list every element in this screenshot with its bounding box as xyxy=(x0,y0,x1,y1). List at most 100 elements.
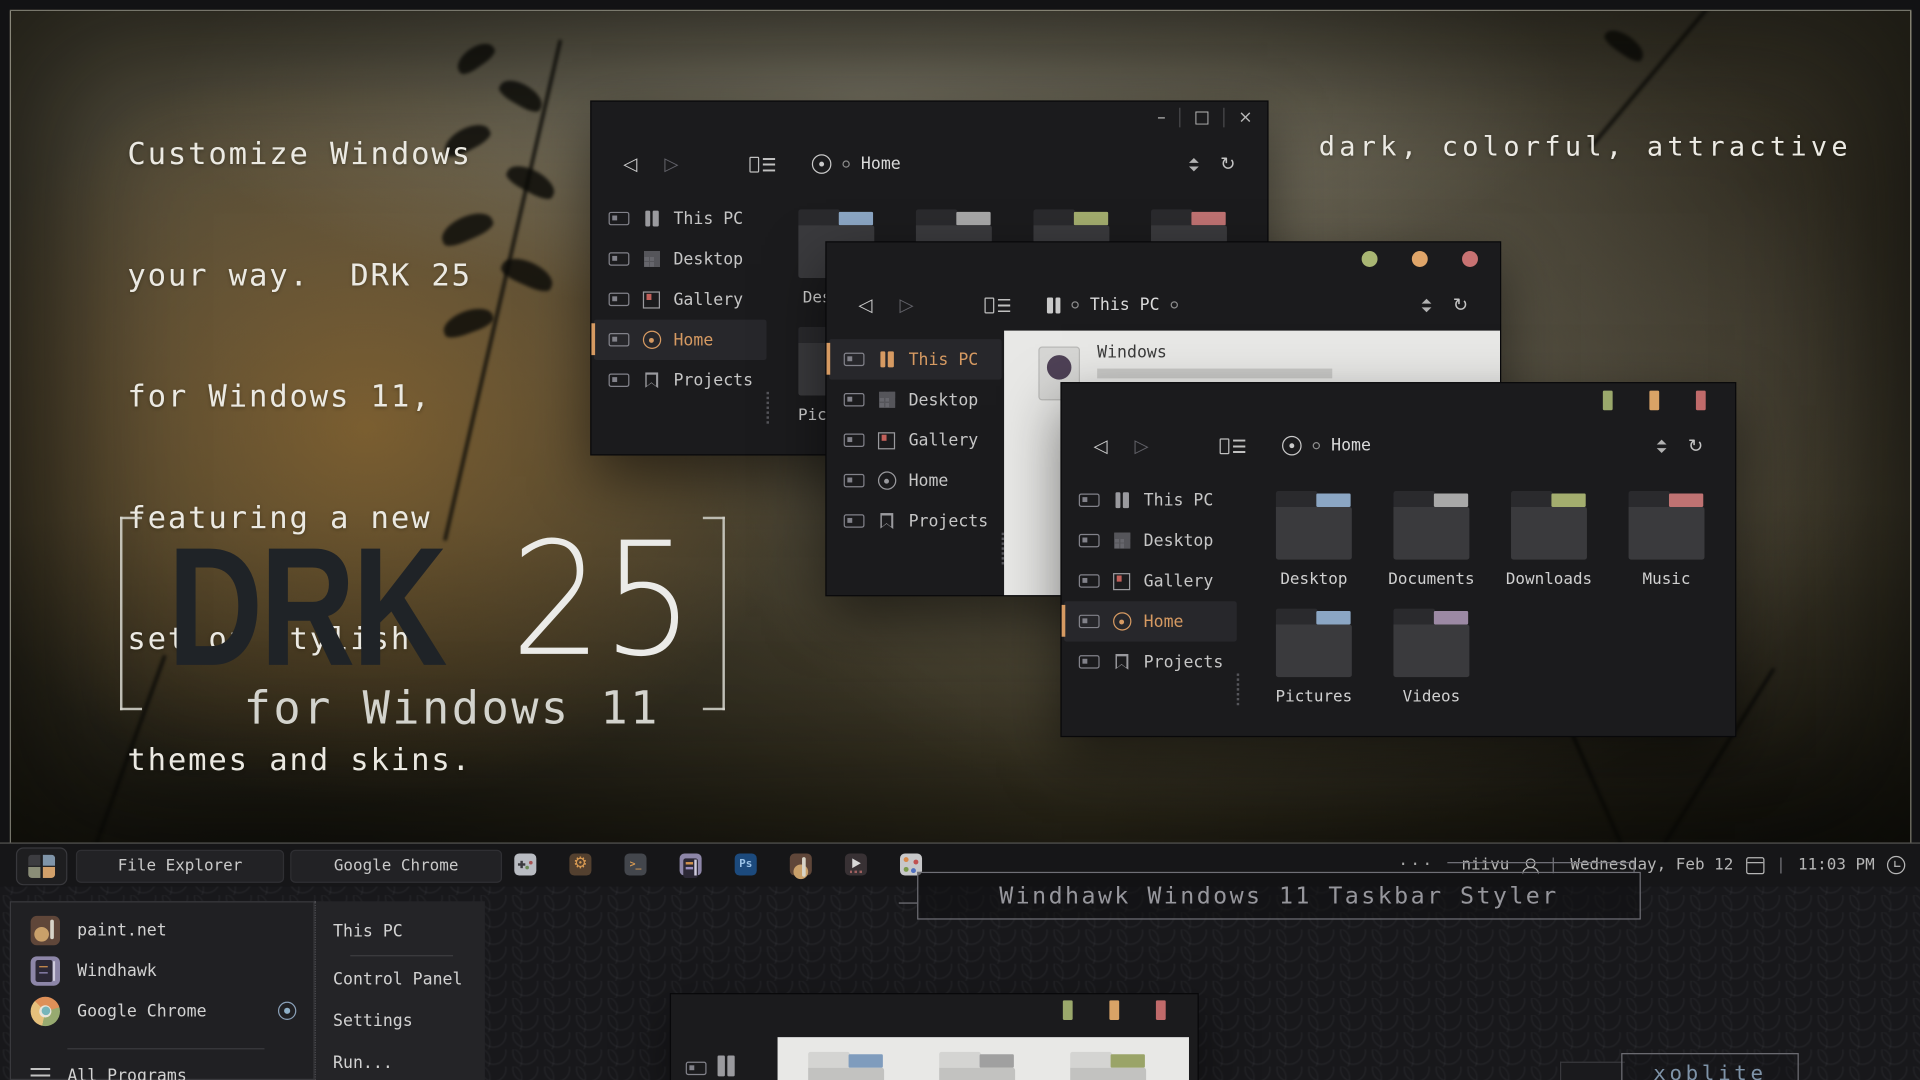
paintnet-icon[interactable] xyxy=(790,853,812,875)
folder-documents[interactable]: Documents xyxy=(1393,491,1469,589)
forward-button[interactable]: ▷ xyxy=(899,294,913,316)
drive-name[interactable]: Windows xyxy=(1097,343,1167,363)
titlebar[interactable]: – □ × xyxy=(591,102,1267,139)
start-button[interactable] xyxy=(16,847,67,885)
breadcrumb[interactable]: This PC xyxy=(1047,295,1178,315)
refresh-icon[interactable]: ↻ xyxy=(1688,435,1703,457)
sidebar-item-home[interactable]: Home xyxy=(1064,601,1237,641)
sidebar-item-desktop[interactable]: Desktop xyxy=(1064,520,1237,560)
refresh-icon[interactable]: ↻ xyxy=(1453,294,1468,316)
view-menu-icon[interactable] xyxy=(1220,438,1246,454)
toolbar: ◁ ▷ This PC ↻ xyxy=(827,279,1500,330)
photoshop-icon[interactable]: Ps xyxy=(735,853,757,875)
sidebar-item-home[interactable]: Home xyxy=(594,320,767,360)
maximize-button[interactable]: □ xyxy=(1194,108,1210,128)
start-menu-item-google-chrome[interactable]: Google Chrome xyxy=(11,991,313,1031)
home-icon xyxy=(877,471,895,489)
maximize-button[interactable] xyxy=(1412,251,1428,267)
drive-usage-bar xyxy=(1097,369,1332,379)
toggle-icon xyxy=(609,333,630,346)
maximize-button[interactable] xyxy=(1109,1000,1119,1020)
back-button[interactable]: ◁ xyxy=(858,294,872,316)
close-button[interactable] xyxy=(1156,1000,1166,1020)
taskbar-button-file-explorer[interactable]: File Explorer xyxy=(76,850,284,883)
folder-icon[interactable] xyxy=(808,1052,884,1080)
titlebar[interactable] xyxy=(827,242,1500,279)
minimize-button[interactable] xyxy=(1362,251,1378,267)
sidebar-item-desktop[interactable]: Desktop xyxy=(594,239,767,279)
folder-videos[interactable]: Videos xyxy=(1393,609,1469,707)
terminal-icon[interactable]: >_ xyxy=(624,853,646,875)
breadcrumb[interactable]: Home xyxy=(812,154,901,174)
breadcrumb[interactable]: Home xyxy=(1282,436,1371,456)
close-button[interactable] xyxy=(1696,391,1706,411)
folder-icon[interactable] xyxy=(939,1052,1015,1080)
submenu-item-control-panel[interactable]: Control Panel xyxy=(316,959,485,1001)
sort-icon[interactable] xyxy=(1422,298,1432,311)
minimize-button[interactable] xyxy=(1603,391,1613,411)
sidebar-item-this-pc[interactable]: This PC xyxy=(1064,480,1237,520)
sort-icon[interactable] xyxy=(1657,439,1667,452)
gear-icon[interactable]: ⚙ xyxy=(569,853,591,875)
user-icon xyxy=(1522,858,1537,873)
close-button[interactable]: × xyxy=(1238,108,1252,128)
sidebar-item-this-pc[interactable]: This PC xyxy=(829,339,1002,379)
folder-desktop[interactable]: Desktop xyxy=(1276,491,1352,589)
bracket-right xyxy=(703,517,725,519)
gamepad-icon[interactable] xyxy=(514,853,536,875)
start-menu-item-paintnet[interactable]: paint.net xyxy=(11,910,313,950)
folder-music[interactable]: Music xyxy=(1629,491,1705,589)
explorer-window-partial[interactable] xyxy=(671,994,1198,1080)
toggle-icon xyxy=(1079,655,1100,668)
minimize-button[interactable] xyxy=(1063,1000,1073,1020)
time-text[interactable]: 11:03 PM xyxy=(1798,856,1875,874)
media-player-icon[interactable] xyxy=(845,853,867,875)
submenu-item-run[interactable]: Run... xyxy=(316,1042,485,1080)
bracket-right xyxy=(703,708,725,710)
sidebar-resize-handle[interactable] xyxy=(1237,673,1239,705)
submenu-item-this-pc[interactable]: This PC xyxy=(316,911,485,953)
maximize-button[interactable] xyxy=(1649,391,1659,411)
status-separator: | xyxy=(1776,856,1786,874)
close-button[interactable] xyxy=(1462,251,1478,267)
sidebar-item-desktop[interactable]: Desktop xyxy=(829,380,1002,420)
sort-icon[interactable] xyxy=(1189,157,1199,170)
sidebar-item-projects[interactable]: Projects xyxy=(594,360,767,400)
sidebar-item-this-pc[interactable]: This PC xyxy=(594,198,767,238)
sidebar-item-gallery[interactable]: Gallery xyxy=(829,420,1002,460)
view-menu-icon[interactable] xyxy=(750,156,776,172)
explorer-window-home-right[interactable]: ◁ ▷ Home ↻ This PC Desktop Gallery Home … xyxy=(1062,383,1735,736)
folder-icon xyxy=(1393,491,1469,560)
sidebar-item-projects[interactable]: Projects xyxy=(829,501,1002,541)
sidebar-item-gallery[interactable]: Gallery xyxy=(1064,561,1237,601)
folder-icon[interactable] xyxy=(1070,1052,1146,1080)
taskbar-button-google-chrome[interactable]: Google Chrome xyxy=(290,850,502,883)
forward-button[interactable]: ▷ xyxy=(664,153,678,175)
submenu-item-settings[interactable]: Settings xyxy=(316,1000,485,1042)
folder-label: Pictures xyxy=(1276,688,1353,706)
refresh-icon[interactable]: ↻ xyxy=(1220,153,1235,175)
folder-label: Desktop xyxy=(1280,571,1347,589)
folder-label: Videos xyxy=(1403,688,1461,706)
sidebar-item-gallery[interactable]: Gallery xyxy=(594,279,767,319)
folder-downloads[interactable]: Downloads xyxy=(1511,491,1587,589)
view-menu-icon[interactable] xyxy=(985,297,1011,313)
breadcrumb-dot xyxy=(843,160,850,167)
tweaker-icon[interactable] xyxy=(680,853,702,875)
desktop-icon xyxy=(643,251,659,267)
back-button[interactable]: ◁ xyxy=(623,153,637,175)
start-menu-item-all-programs[interactable]: All Programs xyxy=(11,1056,313,1080)
sidebar-item-label: Home xyxy=(673,330,713,350)
minimize-button[interactable]: – xyxy=(1157,108,1166,128)
titlebar[interactable] xyxy=(1062,383,1735,420)
sidebar-item-projects[interactable]: Projects xyxy=(1064,642,1237,682)
sidebar-item-home[interactable]: Home xyxy=(829,460,1002,500)
back-button[interactable]: ◁ xyxy=(1093,435,1107,457)
gallery-icon xyxy=(643,291,660,308)
marketing-line: Customize Windows xyxy=(127,136,472,172)
forward-button[interactable]: ▷ xyxy=(1135,435,1149,457)
start-menu-item-windhawk[interactable]: Windhawk xyxy=(11,950,313,990)
sidebar: This PC Desktop Gallery Home Projects xyxy=(1062,471,1240,735)
folder-pictures[interactable]: Pictures xyxy=(1276,609,1352,707)
sidebar-resize-handle[interactable] xyxy=(767,392,769,424)
